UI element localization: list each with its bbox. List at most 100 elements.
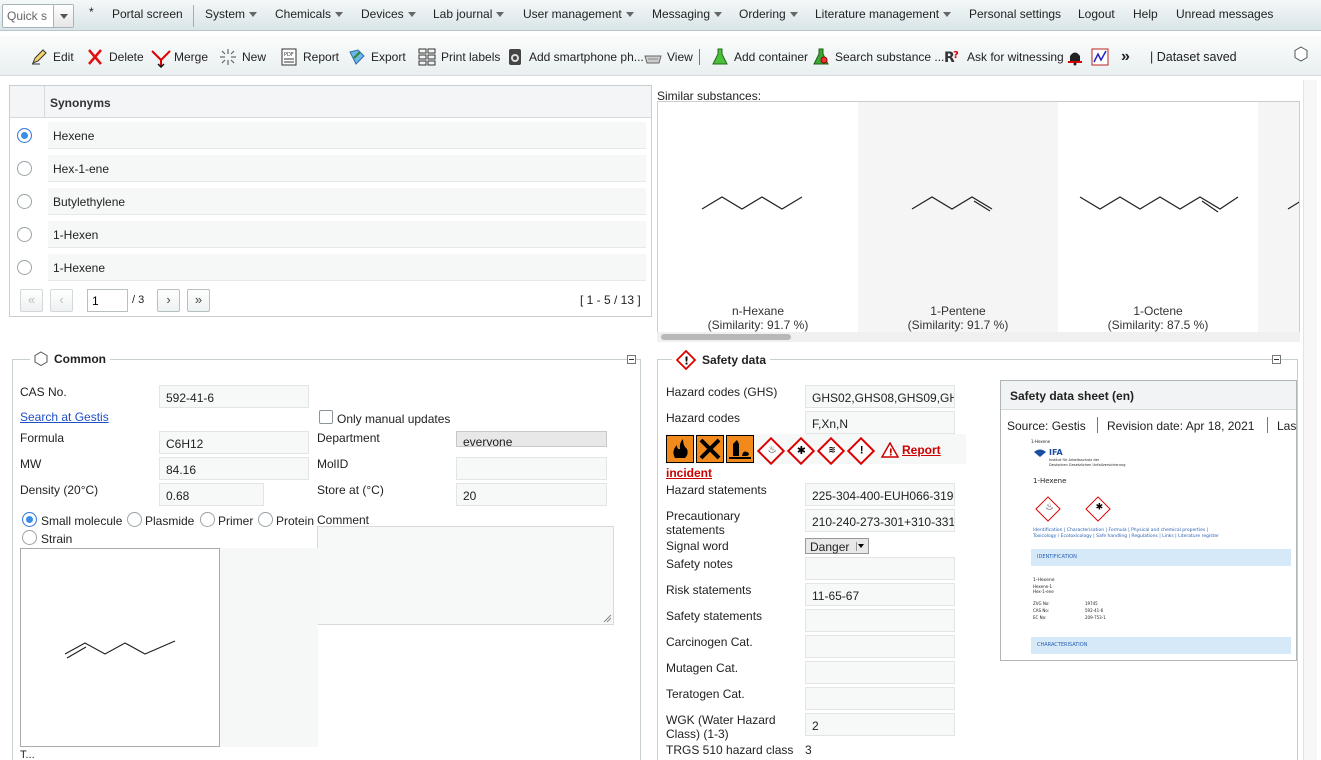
menu-item-portal-screen[interactable]: Portal screen: [112, 7, 183, 21]
type-protein-radio[interactable]: [258, 512, 273, 527]
molid-field[interactable]: [456, 457, 607, 480]
wgk-field[interactable]: 2: [805, 713, 955, 736]
alert-bell-button[interactable]: [1066, 47, 1089, 67]
collapse-common-button[interactable]: [627, 355, 636, 364]
similar-substance-card[interactable]: 1-Octene (Similarity: 87.5 %): [1058, 102, 1258, 332]
synonyms-header: Synonyms: [10, 86, 651, 118]
hexagon-icon[interactable]: [1293, 44, 1309, 64]
similar-substance-card[interactable]: 1-Pentene (Similarity: 91.7 %): [858, 102, 1058, 332]
incident-link-text[interactable]: incident: [666, 466, 712, 480]
first-page-button[interactable]: «: [20, 289, 43, 312]
type-small-molecule-radio[interactable]: [22, 512, 37, 527]
last-page-button[interactable]: »: [187, 289, 210, 312]
add-smartphone-photo-button[interactable]: Add smartphone ph...: [506, 47, 644, 67]
similar-substance-card[interactable]: n-Hexane (Similarity: 91.7 %): [658, 102, 858, 332]
report-button[interactable]: PDF Report: [280, 47, 339, 67]
collapse-safety-button[interactable]: [1272, 355, 1281, 364]
merge-button[interactable]: Merge: [151, 47, 208, 69]
table-row[interactable]: 1-Hexen: [10, 218, 651, 251]
table-row[interactable]: Hex-1-ene: [10, 152, 651, 185]
menu-item-star[interactable]: *: [89, 5, 94, 19]
density-field[interactable]: 0.68: [159, 483, 264, 506]
department-field[interactable]: everyone: [456, 431, 607, 447]
row-radio[interactable]: [17, 194, 32, 209]
hexagon-icon: [34, 351, 48, 366]
risk-statements-field[interactable]: 11-65-67: [805, 583, 955, 606]
menu-item-system[interactable]: System: [205, 7, 258, 21]
search-gestis-link[interactable]: Search at Gestis: [20, 410, 109, 424]
menu-item-ordering[interactable]: Ordering: [739, 7, 798, 21]
menu-item-chemicals[interactable]: Chemicals: [275, 7, 344, 21]
table-row[interactable]: Butylethylene: [10, 185, 651, 218]
ask-witnessing-button[interactable]: R? Ask for witnessing: [944, 47, 1064, 67]
quick-search-dropdown-button[interactable]: [53, 5, 73, 27]
search-substance-label: Search substance ...: [835, 50, 945, 64]
precautionary-statements-field[interactable]: 210-240-273-301+310-331-403: [805, 509, 955, 532]
new-button[interactable]: New: [219, 47, 266, 67]
store-at-field[interactable]: 20: [456, 483, 607, 506]
structure-editor-canvas[interactable]: [20, 548, 220, 747]
search-substance-button[interactable]: Search substance ...: [812, 47, 944, 67]
horizontal-scrollbar[interactable]: [657, 332, 1300, 342]
resize-grip-icon[interactable]: [603, 614, 612, 623]
type-plasmide-radio[interactable]: [127, 512, 142, 527]
report-incident-link[interactable]: ! Report: [881, 442, 941, 458]
trgs-value: 3: [805, 743, 812, 757]
ghs02-flame-icon: ♨: [1035, 496, 1061, 522]
doc-cas-label: CAS No:: [1033, 608, 1050, 613]
hazard-statements-field[interactable]: 225-304-400-EUH066-319-336-410: [805, 483, 955, 506]
delete-button[interactable]: Delete: [86, 47, 144, 67]
export-button[interactable]: Export: [348, 47, 406, 67]
scrollbar-thumb[interactable]: [661, 334, 791, 340]
safety-statements-field[interactable]: [805, 609, 955, 632]
statistics-button[interactable]: [1091, 47, 1114, 67]
cas-field[interactable]: 592-41-6: [159, 385, 309, 408]
quick-search-box[interactable]: [2, 4, 74, 28]
add-container-button[interactable]: Add container: [711, 47, 808, 67]
similar-substance-card[interactable]: [1258, 102, 1299, 332]
carcinogen-label: Carcinogen Cat.: [666, 635, 753, 649]
safety-data-sheet-preview[interactable]: Safety data sheet (en) Source: Gestis Re…: [1000, 380, 1297, 661]
menu-item-logout[interactable]: Logout: [1078, 7, 1115, 21]
quick-search-input[interactable]: [3, 5, 53, 27]
type-strain-radio[interactable]: [22, 530, 37, 545]
menu-item-messaging[interactable]: Messaging: [652, 7, 723, 21]
signal-word-select[interactable]: Danger: [805, 538, 869, 554]
table-row[interactable]: Hexene: [10, 119, 651, 152]
view-button[interactable]: View: [644, 47, 693, 67]
teratogen-field[interactable]: [805, 687, 955, 710]
menu-item-literature-management[interactable]: Literature management: [815, 7, 952, 21]
only-manual-updates-checkbox[interactable]: [319, 410, 333, 424]
row-radio-selected[interactable]: [17, 128, 32, 143]
vertical-scrollbar[interactable]: [1303, 80, 1317, 760]
comment-textarea[interactable]: [317, 526, 614, 625]
smartphone-camera-icon: [506, 48, 524, 66]
edit-button[interactable]: Edit: [30, 47, 74, 67]
menu-item-devices[interactable]: Devices: [361, 7, 416, 21]
row-radio[interactable]: [17, 161, 32, 176]
type-primer-radio[interactable]: [200, 512, 215, 527]
row-radio[interactable]: [17, 227, 32, 242]
table-row[interactable]: 1-Hexene: [10, 251, 651, 284]
menu-item-user-management[interactable]: User management: [523, 7, 634, 21]
main-menu-bar: * Portal screen System Chemicals Devices…: [0, 0, 1321, 31]
hazard-codes-field[interactable]: F,Xn,N: [805, 411, 955, 434]
prev-page-button[interactable]: ‹: [50, 289, 73, 312]
menu-item-unread-messages[interactable]: Unread messages: [1176, 7, 1273, 21]
formula-field[interactable]: C6H12: [159, 431, 309, 454]
page-number-input[interactable]: [87, 289, 128, 312]
more-tools-button[interactable]: »: [1121, 47, 1130, 67]
safety-notes-field[interactable]: [805, 557, 955, 580]
mw-field[interactable]: 84.16: [159, 457, 309, 480]
print-labels-button[interactable]: Print labels: [418, 47, 500, 67]
ghs-codes-field[interactable]: GHS02,GHS08,GHS09,GHS07: [805, 385, 955, 408]
next-page-button[interactable]: ›: [157, 289, 180, 312]
row-radio[interactable]: [17, 260, 32, 275]
menu-item-help[interactable]: Help: [1133, 7, 1158, 21]
molecule-structure-image: [1287, 201, 1299, 210]
mutagen-field[interactable]: [805, 661, 955, 684]
fieldset-border: [1297, 359, 1298, 760]
menu-item-personal-settings[interactable]: Personal settings: [969, 7, 1061, 21]
menu-item-lab-journal[interactable]: Lab journal: [433, 7, 505, 21]
carcinogen-field[interactable]: [805, 635, 955, 658]
